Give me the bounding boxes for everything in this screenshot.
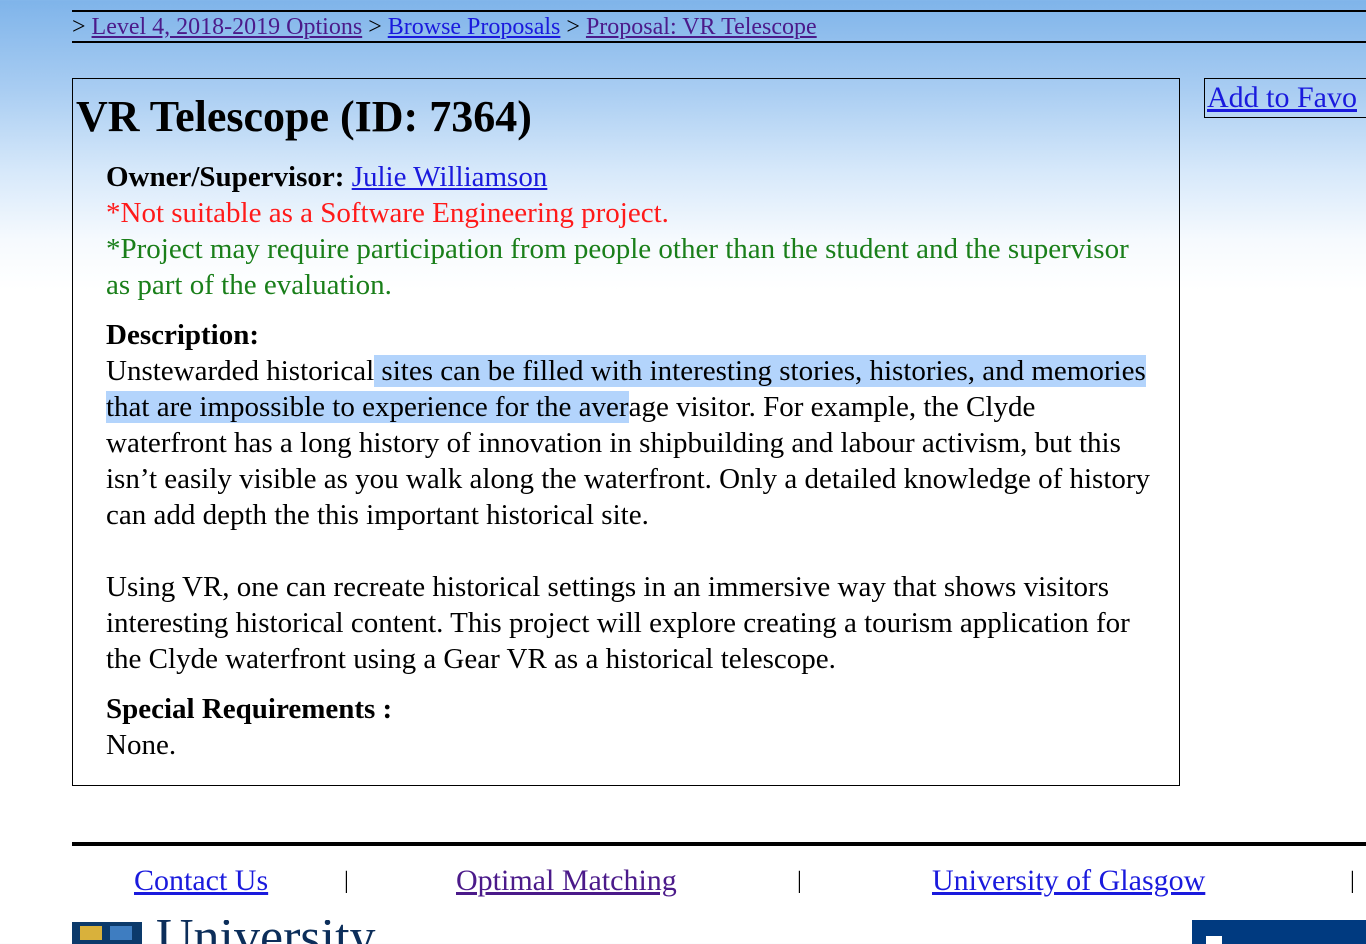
proposal-content: Owner/Supervisor: Julie Williamson *Not …: [106, 159, 1156, 763]
footer-optimal-matching-link[interactable]: Optimal Matching: [456, 864, 677, 897]
proposal-panel: VR Telescope (ID: 7364) Owner/Supervisor…: [72, 78, 1180, 786]
description-paragraph-1: Unstewarded historical sites can be fill…: [106, 353, 1156, 533]
owner-link[interactable]: Julie Williamson: [352, 161, 548, 193]
proposal-title: VR Telescope (ID: 7364): [76, 92, 532, 141]
footer-links: Contact Us | Optimal Matching | Universi…: [0, 862, 1366, 902]
footer-separator: |: [344, 868, 349, 894]
footer-separator: |: [797, 868, 802, 894]
university-crest-icon: [72, 922, 142, 944]
description-paragraph-2: Using VR, one can recreate historical se…: [106, 571, 1130, 675]
special-requirements-label: Special Requirements :: [106, 693, 393, 725]
breadcrumb-level-4-options[interactable]: Level 4, 2018-2019 Options: [92, 14, 363, 40]
partner-logo-block: [1192, 920, 1366, 944]
breadcrumb-proposal[interactable]: Proposal: VR Telescope: [586, 14, 817, 40]
description-label: Description:: [106, 319, 260, 351]
university-logo-text: University: [156, 920, 376, 944]
breadcrumb: > Level 4, 2018-2019 Options > Browse Pr…: [72, 10, 1366, 43]
add-to-favourites-link[interactable]: Add to Favo: [1207, 81, 1357, 114]
not-suitable-note: *Not suitable as a Software Engineering …: [106, 197, 669, 229]
footer-divider: [72, 842, 1366, 846]
special-requirements-value: None.: [106, 729, 177, 761]
add-to-favourites-button[interactable]: Add to Favo: [1204, 78, 1366, 118]
breadcrumb-prefix: >: [72, 14, 86, 40]
footer-contact-us-link[interactable]: Contact Us: [134, 864, 268, 897]
owner-label: Owner/Supervisor:: [106, 161, 345, 193]
breadcrumb-separator: >: [368, 14, 382, 40]
description-text: Unstewarded historical: [106, 355, 375, 387]
footer-separator: |: [1350, 868, 1355, 894]
breadcrumb-separator: >: [566, 14, 580, 40]
university-logo: University: [72, 920, 472, 944]
footer-university-of-glasgow-link[interactable]: University of Glasgow: [932, 864, 1205, 897]
breadcrumb-browse-proposals[interactable]: Browse Proposals: [388, 14, 561, 40]
participation-note: *Project may require participation from …: [106, 233, 1129, 301]
owner-row: Owner/Supervisor: Julie Williamson: [106, 159, 1156, 195]
